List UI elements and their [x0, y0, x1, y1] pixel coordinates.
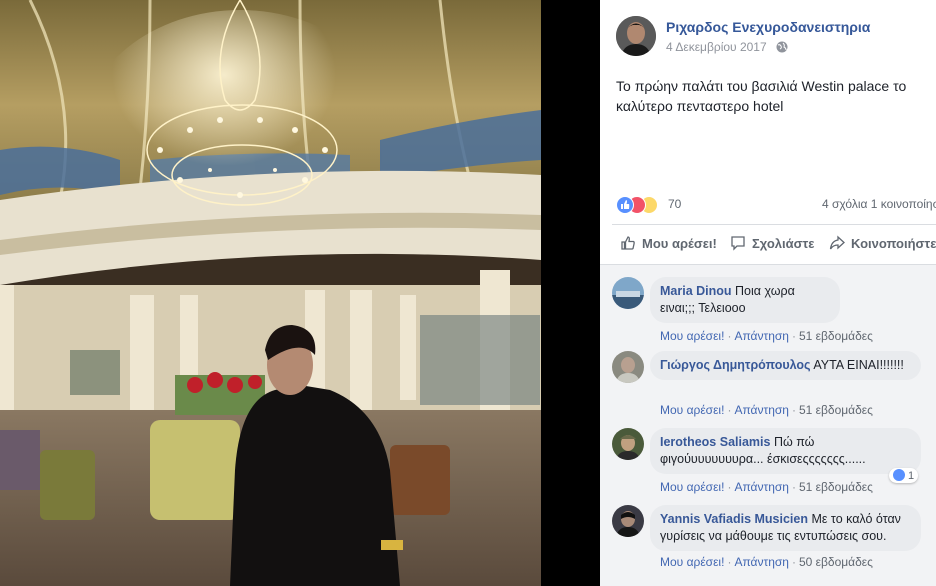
comment-actions: Μου αρέσει! · Απάντηση · 51 εβδομάδες [660, 403, 873, 417]
comment-time[interactable]: 51 εβδομάδες [799, 480, 873, 494]
viewer-gap [541, 0, 600, 586]
comment-text: ΑΥΤΑ ΕΙΝΑΙ!!!!!!! [813, 358, 904, 372]
comment-like-link[interactable]: Μου αρέσει! [660, 403, 724, 417]
comment-reply-link[interactable]: Απάντηση [734, 403, 789, 417]
commenter-name-link[interactable]: Γιώργος Δημητρόπουλος [660, 358, 811, 372]
comment-like-link[interactable]: Μου αρέσει! [660, 329, 724, 343]
comment-like-link[interactable]: Μου αρέσει! [660, 480, 724, 494]
share-button-label: Κοινοποιήστε [851, 236, 936, 251]
comment-bubble: Ierotheos Saliamis Πώ πώ φιγούυυυυυυυρα.… [650, 428, 921, 474]
comment-bubble: Maria Dinou Ποια χωρα ειναι;;; Τελειοοο [650, 277, 840, 323]
post-meta: 4 Δεκεμβρίου 2017 [666, 40, 788, 56]
comment-reply-link[interactable]: Απάντηση [734, 555, 789, 569]
comments-section: Maria Dinou Ποια χωρα ειναι;;; Τελειοοο … [600, 264, 936, 586]
comment-time[interactable]: 51 εβδομάδες [799, 329, 873, 343]
hotel-lobby-photo [0, 0, 541, 586]
commenter-avatar[interactable] [612, 505, 644, 537]
share-button[interactable]: Κοινοποιήστε [829, 235, 936, 251]
author-avatar[interactable] [616, 16, 656, 56]
commenter-name-link[interactable]: Yannis Vafiadis Musicien [660, 512, 808, 526]
commenter-name-link[interactable]: Maria Dinou [660, 284, 732, 298]
post-photo[interactable] [0, 0, 541, 586]
comment-reply-link[interactable]: Απάντηση [734, 329, 789, 343]
comment-button[interactable]: Σχολιάστε [730, 235, 814, 251]
comment-bubble: Γιώργος Δημητρόπουλος ΑΥΤΑ ΕΙΝΑΙ!!!!!!! [650, 351, 921, 380]
commenter-avatar[interactable] [612, 277, 644, 309]
speech-bubble-icon [730, 236, 752, 251]
commenter-avatar[interactable] [612, 428, 644, 460]
like-reaction-icon [616, 196, 634, 214]
comment-actions: Μου αρέσει! · Απάντηση · 50 εβδομάδες [660, 555, 873, 569]
comment-reply-link[interactable]: Απάντηση [734, 480, 789, 494]
author-name-link[interactable]: Ριχαρδος Ενεχυροδανειστηρια [666, 19, 870, 35]
reaction-count[interactable]: 70 [668, 197, 681, 211]
post-caption: Το πρώην παλάτι του βασιλιά Westin palac… [616, 78, 907, 114]
commenter-avatar[interactable] [612, 351, 644, 383]
comment-actions: Μου αρέσει! · Απάντηση · 51 εβδομάδες [660, 480, 873, 494]
comment-actions: Μου αρέσει! · Απάντηση · 51 εβδομάδες [660, 329, 873, 343]
comment-button-label: Σχολιάστε [752, 236, 815, 251]
reactions-summary[interactable]: 70 4 σχόλια 1 κοινοποίηση [616, 196, 936, 214]
comment-like-link[interactable]: Μου αρέσει! [660, 555, 724, 569]
comments-shares-count[interactable]: 4 σχόλια 1 κοινοποίηση [822, 197, 936, 211]
commenter-name-link[interactable]: Ierotheos Saliamis [660, 435, 770, 449]
globe-icon[interactable] [776, 41, 788, 56]
post-header: Ριχαρδος Ενεχυροδανειστηρια 4 Δεκεμβρίου… [616, 16, 936, 60]
like-reaction-icon [893, 469, 905, 481]
comment-time[interactable]: 50 εβδομάδες [799, 555, 873, 569]
like-button[interactable]: Μου αρέσει! [620, 235, 717, 251]
post-action-bar: Μου αρέσει! Σχολιάστε Κοινοποιήστε [612, 224, 936, 263]
share-arrow-icon [829, 235, 851, 251]
post-date-link[interactable]: 4 Δεκεμβρίου 2017 [666, 40, 767, 54]
post-sidebar: Ριχαρδος Ενεχυροδανειστηρια 4 Δεκεμβρίου… [600, 0, 936, 586]
thumbs-up-icon [620, 236, 642, 251]
comment-like-badge[interactable]: 1 [889, 468, 919, 483]
comment-like-count: 1 [908, 470, 915, 482]
comment-time[interactable]: 51 εβδομάδες [799, 403, 873, 417]
like-button-label: Μου αρέσει! [642, 236, 717, 251]
comment-bubble: Yannis Vafiadis Musicien Με το καλό όταν… [650, 505, 921, 551]
